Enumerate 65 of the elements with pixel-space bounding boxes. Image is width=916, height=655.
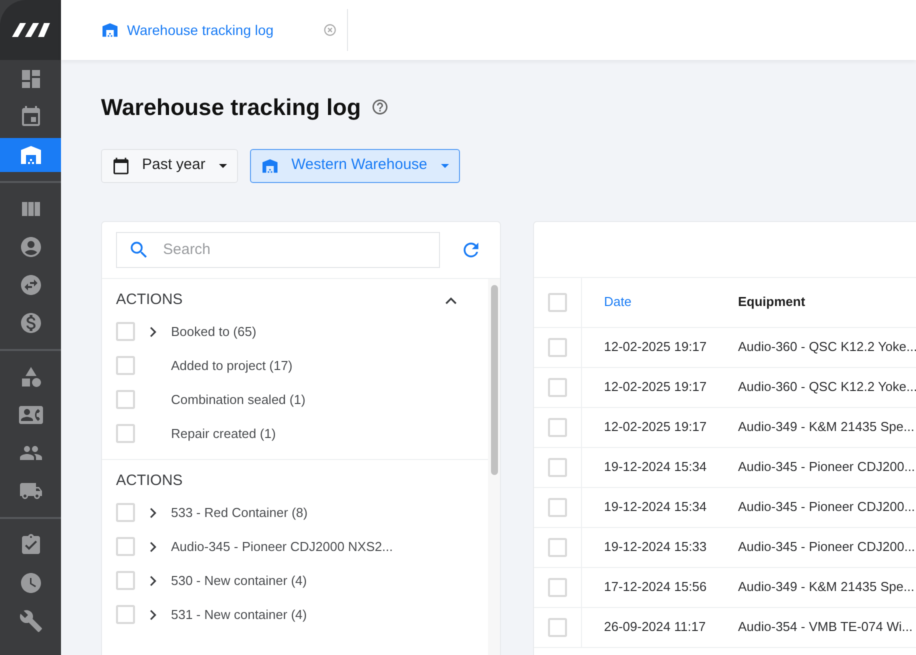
filter-option[interactable]: Combination sealed (1) bbox=[171, 390, 306, 410]
filter-option[interactable]: Added to project (17) bbox=[171, 356, 292, 376]
contact-card-icon bbox=[18, 403, 42, 427]
sidebar-item[interactable] bbox=[0, 138, 61, 172]
clock-icon bbox=[18, 571, 42, 595]
checkbox[interactable] bbox=[116, 424, 135, 443]
search-field[interactable]: Search bbox=[116, 232, 440, 268]
checkbox[interactable] bbox=[116, 571, 135, 590]
table-cell-text: Audio-360 - QSC K12.2 Yoke... bbox=[738, 378, 916, 396]
filter-option[interactable]: 530 - New container (4) bbox=[171, 570, 307, 590]
checkbox[interactable] bbox=[116, 537, 135, 556]
filter-option[interactable]: Repair created (1) bbox=[171, 424, 276, 444]
filter-option[interactable]: Booked to (65) bbox=[171, 322, 256, 342]
table-cell-text: 19-12-2024 15:34 bbox=[603, 498, 708, 516]
table-cell-text: Audio-349 - K&M 21435 Spe... bbox=[738, 578, 914, 596]
column-header[interactable]: Date bbox=[582, 292, 738, 312]
dollar-icon bbox=[18, 311, 42, 335]
scrollbar-thumb[interactable] bbox=[490, 284, 498, 474]
checkbox[interactable] bbox=[548, 292, 567, 312]
filter-option[interactable]: 533 - Red Container (8) bbox=[171, 502, 308, 522]
swap-arrows-icon bbox=[18, 273, 42, 297]
table-cell-text: Audio-360 - QSC K12.2 Yoke... bbox=[738, 338, 916, 356]
table-cell-text: 12-02-2025 19:17 bbox=[603, 378, 708, 396]
checkbox[interactable] bbox=[548, 498, 567, 516]
table-cell-text: Audio-349 - K&M 21435 Spe... bbox=[738, 418, 914, 436]
table-cell-text: 17-12-2024 15:56 bbox=[603, 578, 708, 596]
checkbox[interactable] bbox=[548, 538, 567, 556]
table-cell-text: Audio-345 - Pioneer CDJ200... bbox=[738, 498, 916, 516]
table-cell-text: 12-02-2025 19:17 bbox=[603, 338, 708, 356]
checkbox[interactable] bbox=[116, 605, 135, 624]
page-title: Warehouse tracking log bbox=[101, 93, 361, 122]
table-cell-text: Audio-345 - Pioneer CDJ200... bbox=[738, 458, 916, 476]
help-icon[interactable] bbox=[370, 98, 389, 116]
table-cell-text: 12-02-2025 19:17 bbox=[603, 418, 708, 436]
checkbox[interactable] bbox=[548, 418, 567, 436]
checkbox[interactable] bbox=[548, 378, 567, 396]
wrench-icon bbox=[18, 609, 42, 633]
filter-dropdown[interactable]: Past year bbox=[101, 148, 238, 182]
checkbox[interactable] bbox=[116, 390, 135, 409]
section-title: ACTIONS bbox=[116, 290, 183, 310]
table-cell-text: Audio-345 - Pioneer CDJ200... bbox=[738, 538, 916, 556]
checkbox[interactable] bbox=[116, 356, 135, 375]
warehouse-icon bbox=[101, 21, 119, 39]
checkbox[interactable] bbox=[548, 458, 567, 476]
close-icon[interactable] bbox=[323, 23, 337, 37]
table-cell-text: Audio-354 - VMB TE-074 Wi... bbox=[738, 618, 913, 636]
table-cell-text: 19-12-2024 15:34 bbox=[603, 458, 708, 476]
logo-icon[interactable] bbox=[12, 23, 50, 37]
section-title: ACTIONS bbox=[116, 471, 183, 492]
warehouse-icon bbox=[261, 156, 280, 174]
checkbox[interactable] bbox=[116, 503, 135, 522]
checkbox[interactable] bbox=[548, 338, 567, 356]
caret-icon bbox=[219, 164, 228, 168]
table-cell-text: 19-12-2024 15:33 bbox=[603, 538, 708, 556]
table-cell-text: 26-09-2024 11:17 bbox=[603, 618, 707, 636]
warehouse-icon bbox=[18, 143, 42, 167]
calendar-icon bbox=[112, 156, 130, 174]
checkbox[interactable] bbox=[548, 578, 567, 596]
caret-icon bbox=[441, 164, 450, 168]
checkbox[interactable] bbox=[116, 322, 135, 341]
column-header[interactable]: Equipment bbox=[738, 292, 806, 312]
checkbox[interactable] bbox=[548, 618, 567, 636]
filter-option[interactable]: Audio-345 - Pioneer CDJ2000 NXS2... bbox=[171, 536, 393, 556]
account-icon bbox=[18, 235, 42, 259]
filter-option[interactable]: 531 - New container (4) bbox=[171, 604, 307, 624]
